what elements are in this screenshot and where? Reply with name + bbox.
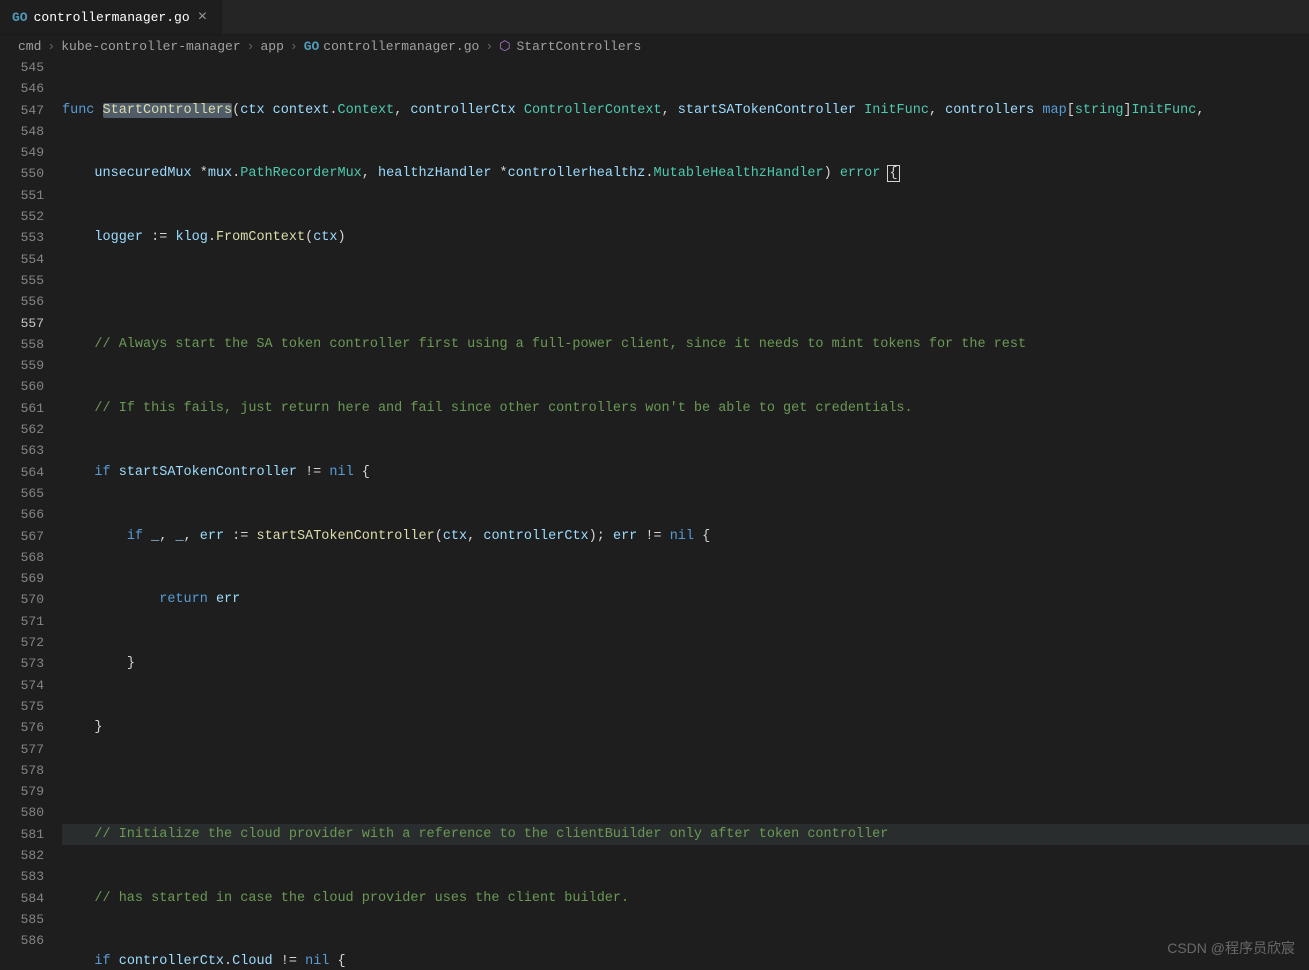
code-line[interactable]: // Initialize the cloud provider with a … bbox=[62, 824, 1309, 845]
go-file-icon: GO bbox=[304, 39, 320, 54]
go-file-icon: GO bbox=[12, 10, 28, 25]
code-line[interactable]: // If this fails, just return here and f… bbox=[62, 398, 1309, 419]
tab-filename: controllermanager.go bbox=[34, 10, 190, 25]
close-icon[interactable]: × bbox=[196, 9, 210, 25]
code-content[interactable]: func StartControllers(ctx context.Contex… bbox=[62, 57, 1309, 970]
breadcrumb-item[interactable]: StartControllers bbox=[517, 39, 642, 54]
line-number-gutter: 5455465475485495505515525535545555565575… bbox=[0, 57, 62, 951]
breadcrumb-item[interactable]: app bbox=[260, 39, 283, 54]
chevron-right-icon: › bbox=[290, 39, 298, 54]
tab-bar: GO controllermanager.go × bbox=[0, 0, 1309, 35]
code-line[interactable]: if controllerCtx.Cloud != nil { bbox=[62, 951, 1309, 970]
code-line[interactable]: } bbox=[62, 653, 1309, 674]
breadcrumb-item[interactable]: cmd bbox=[18, 39, 41, 54]
code-line[interactable]: unsecuredMux *mux.PathRecorderMux, healt… bbox=[62, 163, 1309, 184]
tab-file[interactable]: GO controllermanager.go × bbox=[0, 0, 222, 34]
chevron-right-icon: › bbox=[47, 39, 55, 54]
chevron-right-icon: › bbox=[485, 39, 493, 54]
code-line[interactable]: // has started in case the cloud provide… bbox=[62, 888, 1309, 909]
breadcrumb-item[interactable]: controllermanager.go bbox=[323, 39, 479, 54]
code-line[interactable]: if _, _, err := startSATokenController(c… bbox=[62, 526, 1309, 547]
code-line[interactable]: } bbox=[62, 717, 1309, 738]
code-line[interactable]: if startSATokenController != nil { bbox=[62, 462, 1309, 483]
code-editor[interactable]: 5455465475485495505515525535545555565575… bbox=[0, 57, 1309, 970]
code-line[interactable]: return err bbox=[62, 589, 1309, 610]
code-line[interactable]: logger := klog.FromContext(ctx) bbox=[62, 227, 1309, 248]
code-line[interactable]: // Always start the SA token controller … bbox=[62, 334, 1309, 355]
breadcrumb-item[interactable]: kube-controller-manager bbox=[61, 39, 240, 54]
chevron-right-icon: › bbox=[247, 39, 255, 54]
code-line[interactable]: func StartControllers(ctx context.Contex… bbox=[62, 100, 1309, 121]
symbol-method-icon: ⬡ bbox=[499, 39, 510, 54]
breadcrumbs[interactable]: cmd › kube-controller-manager › app › GO… bbox=[0, 35, 1309, 57]
